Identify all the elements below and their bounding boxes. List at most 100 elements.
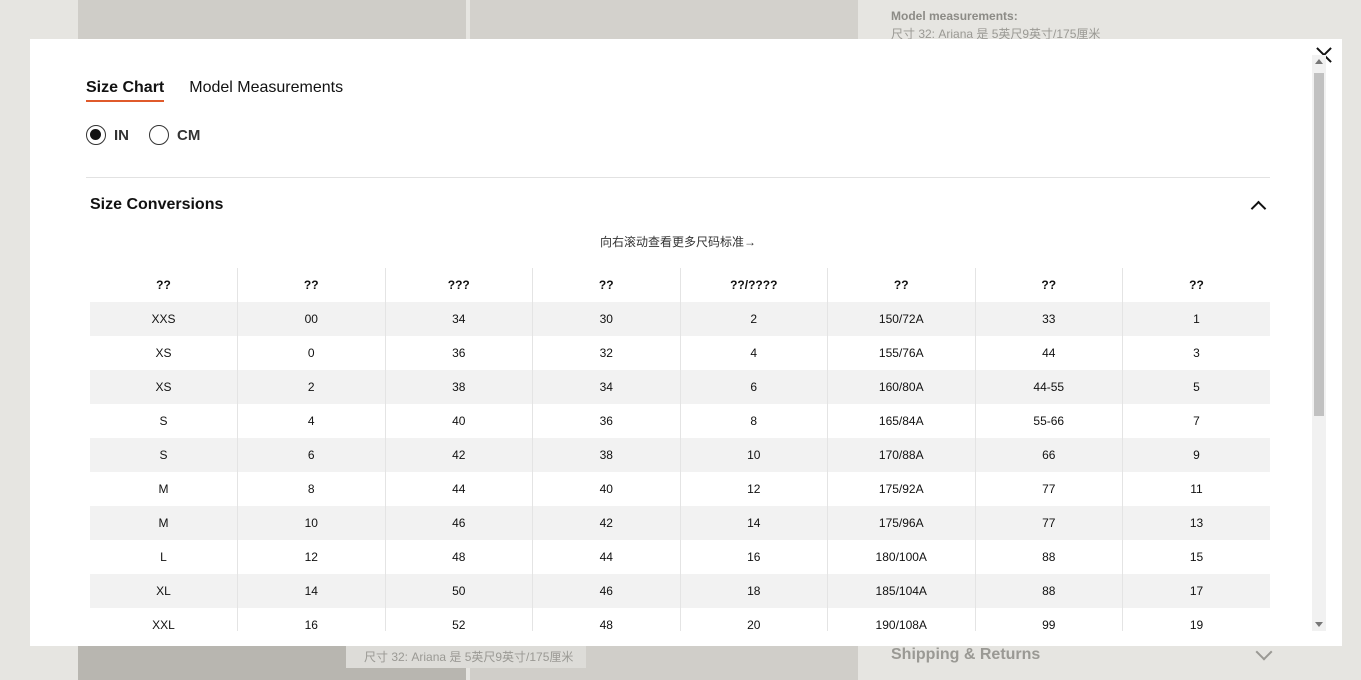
table-row: S 4 40 36 8 165/84A 55-66 7	[90, 404, 1270, 438]
table-cell: 77	[975, 506, 1123, 540]
table-cell: 16	[680, 540, 828, 574]
table-cell: 6	[680, 370, 828, 404]
size-chart-modal: Size Chart Model Measurements IN CM Size…	[30, 39, 1342, 646]
table-cell: 16	[237, 608, 386, 631]
table-cell: 4	[237, 404, 386, 438]
table-cell: 7	[1193, 414, 1200, 428]
table-cell: M	[90, 506, 238, 540]
product-image	[78, 0, 466, 40]
table-cell: XS	[90, 370, 238, 404]
tab-model-measurements[interactable]: Model Measurements	[189, 79, 343, 102]
table-cell: 18	[680, 574, 828, 608]
table-cell: S	[90, 404, 238, 438]
modal-scrollbar[interactable]	[1312, 55, 1326, 631]
table-cell: 5	[1122, 370, 1270, 404]
scroll-down-icon[interactable]	[1315, 622, 1323, 627]
table-cell: M	[90, 472, 238, 506]
table-cell: 160/80A	[827, 370, 976, 404]
table-cell: 3	[1193, 346, 1200, 360]
table-cell: 17	[1122, 574, 1270, 608]
size-table-container[interactable]: ????????? ??/?????????? XXS 00 34 30 2 150/72A…	[90, 268, 1270, 631]
column-header: ??	[827, 268, 976, 302]
table-cell: 2	[680, 302, 828, 336]
table-cell: 10	[237, 506, 386, 540]
tab-size-chart[interactable]: Size Chart	[86, 79, 165, 102]
table-cell: 44-55	[975, 370, 1123, 404]
table-row: XL 14 50 46 18 185/104A 88 17	[90, 574, 1270, 608]
table-cell: 155/76A	[827, 336, 976, 370]
table-cell: 170/88A	[827, 438, 976, 472]
column-header: ??/????	[680, 268, 828, 302]
radio-unchecked-icon[interactable]	[149, 125, 169, 145]
column-header: ??	[975, 268, 1123, 302]
table-cell: 38	[532, 438, 681, 472]
table-cell: 46	[532, 574, 681, 608]
table-cell: 38	[385, 370, 533, 404]
table-cell: 19	[1189, 618, 1204, 631]
table-cell: XXS	[90, 302, 238, 336]
radio-checked-icon[interactable]	[86, 125, 106, 145]
table-cell: 14	[237, 574, 386, 608]
table-row: XXL 16 52 48 20 190/108A 99 19	[90, 608, 1270, 631]
size-conversions-header[interactable]: Size Conversions	[90, 196, 1270, 220]
table-cell: 1	[1122, 302, 1270, 336]
unit-cm-option[interactable]: CM	[149, 125, 200, 145]
table-cell: 88	[975, 540, 1123, 574]
table-cell: 34	[385, 302, 533, 336]
table-cell: 00	[237, 302, 386, 336]
table-cell: 44	[532, 540, 681, 574]
table-cell: 42	[532, 506, 681, 540]
unit-in-option[interactable]: IN	[86, 125, 129, 145]
table-cell: 11	[1190, 482, 1203, 496]
chevron-down-icon	[1255, 643, 1273, 661]
table-row: M 10 46 42 14 175/96A 77 13	[90, 506, 1270, 540]
table-cell: 36	[385, 336, 533, 370]
table-cell: 40	[532, 472, 681, 506]
table-cell: 42	[385, 438, 533, 472]
table-cell: 150/72A	[827, 302, 976, 336]
table-cell: 33	[975, 302, 1123, 336]
table-cell: 2	[237, 370, 386, 404]
table-cell: XL	[90, 574, 238, 608]
table-cell: L	[90, 540, 238, 574]
size-tabs: Size Chart Model Measurements	[86, 79, 343, 102]
table-cell: 14	[680, 506, 828, 540]
table-cell: 0	[237, 336, 386, 370]
table-cell: 175/92A	[827, 472, 976, 506]
table-cell: 55-66	[975, 404, 1123, 438]
unit-label: CM	[177, 126, 201, 144]
table-cell: 46	[385, 506, 533, 540]
column-header: ??	[237, 268, 386, 302]
table-cell: 180/100A	[827, 540, 976, 574]
table-cell: 44	[385, 472, 533, 506]
model-measurements-title: Model measurements:	[891, 9, 1018, 23]
table-cell: 30	[532, 302, 681, 336]
column-header: ??	[90, 268, 238, 302]
section-title: Size Conversions	[90, 196, 224, 213]
table-cell: 44	[975, 336, 1123, 370]
scroll-up-icon[interactable]	[1315, 59, 1323, 64]
table-cell: 12	[680, 472, 828, 506]
table-cell: 4	[680, 336, 828, 370]
table-row: S 6 42 38 10 170/88A 66 9	[90, 438, 1270, 472]
table-cell: 20	[680, 608, 828, 631]
table-cell: 48	[532, 608, 681, 631]
table-cell: 15	[1189, 550, 1204, 564]
shipping-returns-label: Shipping & Returns	[891, 646, 1041, 663]
table-cell: 175/96A	[827, 506, 976, 540]
table-cell: XS	[90, 336, 238, 370]
unit-toggle: IN CM	[86, 125, 200, 145]
table-cell: S	[90, 438, 238, 472]
table-cell: 8	[237, 472, 386, 506]
unit-label: IN	[114, 126, 129, 144]
table-cell: XXL	[90, 608, 238, 631]
table-cell: 99	[975, 608, 1123, 631]
table-cell: 52	[385, 608, 533, 631]
table-cell: 48	[385, 540, 533, 574]
table-cell: 9	[1122, 438, 1270, 472]
chevron-up-icon[interactable]	[1250, 200, 1267, 217]
column-header: ??	[532, 268, 681, 302]
table-row: M 8 44 40 12 175/92A 77 11	[90, 472, 1270, 506]
table-cell: 88	[975, 574, 1123, 608]
table-cell: 190/108A	[827, 608, 976, 631]
